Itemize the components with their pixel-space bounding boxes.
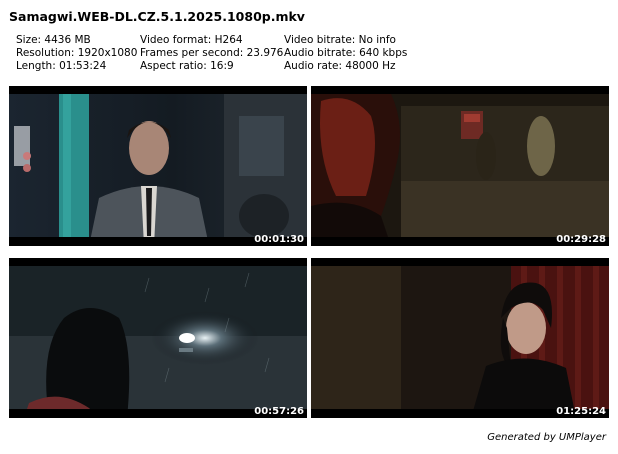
thumbnail-4: 01:25:24 xyxy=(311,258,609,418)
thumbnail-1: 00:01:30 xyxy=(9,86,307,246)
generator-credit: Generated by UMPlayer xyxy=(487,432,606,443)
video-format-info: Video format: H264 xyxy=(140,34,243,46)
letterbox-top xyxy=(9,258,307,266)
info-column-video: Video format: H264 Frames per second: 23… xyxy=(140,34,283,73)
timestamp-label: 01:25:24 xyxy=(556,406,606,417)
thumbnail-1-image xyxy=(9,86,307,246)
audio-bitrate-info: Audio bitrate: 640 kbps xyxy=(284,47,408,59)
file-title: Samagwi.WEB-DL.CZ.5.1.2025.1080p.mkv xyxy=(9,9,305,24)
timestamp-label: 00:01:30 xyxy=(254,234,304,245)
letterbox-top xyxy=(9,86,307,94)
thumbnail-2-image xyxy=(311,86,609,246)
audio-rate-info: Audio rate: 48000 Hz xyxy=(284,60,396,72)
resolution-info: Resolution: 1920x1080 xyxy=(16,47,138,59)
thumbnail-4-image xyxy=(311,258,609,418)
info-column-audio: Video bitrate: No info Audio bitrate: 64… xyxy=(284,34,407,73)
timestamp-label: 00:29:28 xyxy=(556,234,606,245)
thumbnail-2: 00:29:28 xyxy=(311,86,609,246)
fps-info: Frames per second: 23.976 xyxy=(140,47,284,59)
thumbnail-3-image xyxy=(9,258,307,418)
timestamp-label: 00:57:26 xyxy=(254,406,304,417)
letterbox-top xyxy=(311,258,609,266)
video-bitrate-info: Video bitrate: No info xyxy=(284,34,396,46)
size-info: Size: 4436 MB xyxy=(16,34,91,46)
letterbox-top xyxy=(311,86,609,94)
aspect-ratio-info: Aspect ratio: 16:9 xyxy=(140,60,234,72)
info-column-file: Size: 4436 MB Resolution: 1920x1080 Leng… xyxy=(16,34,137,73)
length-info: Length: 01:53:24 xyxy=(16,60,107,72)
thumbnail-3: 00:57:26 xyxy=(9,258,307,418)
